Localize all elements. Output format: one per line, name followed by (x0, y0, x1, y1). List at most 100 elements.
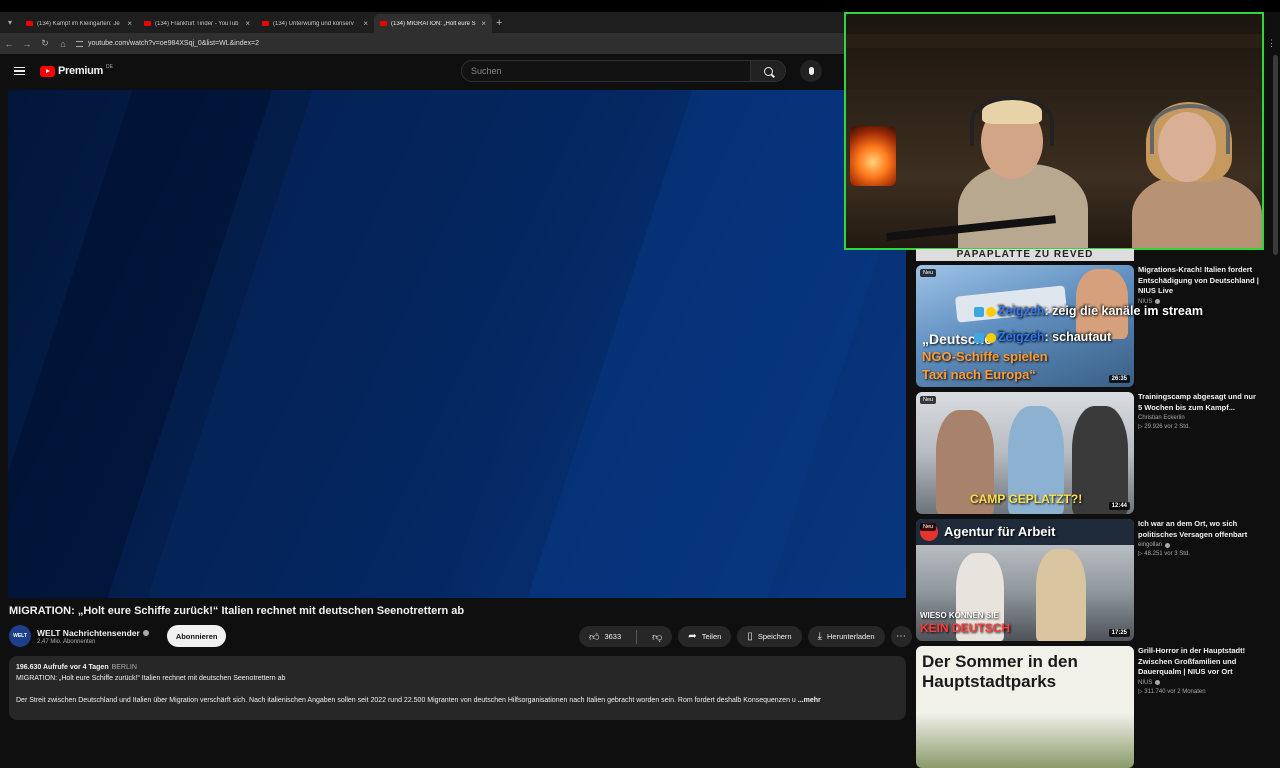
recommendation-stats: ▷ 48.251 vor 3 Std. (1138, 551, 1190, 557)
thumbnail-text: Agentur für Arbeit (944, 524, 1056, 539)
save-label: Speichern (757, 632, 792, 641)
new-badge: Neu (920, 396, 937, 404)
region-code: DE (105, 63, 113, 70)
badge-icon (974, 306, 984, 317)
verified-icon (1165, 542, 1171, 548)
badge-icon (986, 306, 996, 317)
thumbnail-text: CAMP GEPLATZT?! (970, 492, 1083, 506)
video-actions: 👍︎ 3633 👎︎ ➦ Teilen ▯ Speichern ⤓ Herunterla… (579, 626, 912, 647)
thumbnail-text: WIESO KÖNNEN SIE (920, 611, 999, 620)
thumbs-up-icon: 👍︎ (589, 631, 600, 643)
back-icon[interactable]: ← (0, 39, 18, 49)
save-button[interactable]: ▯ Speichern (737, 626, 802, 647)
recommendation-item[interactable]: Neu „Deutsche NGO-Schiffe spielen Taxi n… (916, 265, 1266, 387)
menu-icon[interactable] (14, 67, 25, 75)
scrollbar[interactable] (1273, 55, 1278, 255)
browser-tab[interactable]: (134) Frankfurt Tinder - YouTub × (138, 14, 256, 33)
youtube-favicon-icon (144, 21, 151, 26)
tab-search-icon[interactable]: ▾ (0, 12, 20, 33)
home-icon[interactable]: ⌂ (54, 39, 72, 49)
site-settings-icon[interactable] (76, 40, 83, 47)
like-button[interactable]: 👍︎ 3633 (579, 626, 631, 647)
channel-text: WELT Nachrichtensender 2,47 Mio. Abonnen… (37, 628, 149, 645)
forward-icon[interactable]: → (18, 39, 36, 49)
chat-user: Zeigzeh (998, 304, 1045, 318)
share-label: Teilen (701, 632, 722, 641)
browser-tab[interactable]: (134) Unterwürfig und konserv × (256, 14, 374, 33)
duration-badge: 12:44 (1108, 502, 1130, 510)
download-button[interactable]: ⤓ Herunterladen (807, 626, 885, 647)
chat-message: Zeigzeh: zeig die kanäle im stream (974, 304, 1203, 318)
close-icon[interactable]: × (127, 19, 132, 28)
search-input[interactable]: Suchen (462, 66, 750, 76)
new-badge: Neu (920, 269, 937, 277)
description-meta: 196.630 Aufrufe vor 4 Tagen BERLIN (16, 662, 899, 673)
subscribe-button[interactable]: Abonnieren (166, 625, 227, 647)
description-headline: MIGRATION: „Holt eure Schiffe zurück!“ I… (16, 675, 286, 682)
url-text: youtube.com/watch?v=oe984XSqj_0&list=WL&… (88, 40, 260, 47)
chat-text: : zeig die kanäle im stream (1044, 304, 1203, 318)
browser-tab[interactable]: (134) Kampf im Kleingarten: Je × (20, 14, 138, 33)
recommendation-item[interactable]: Neu Agentur für Arbeit WIESO KÖNNEN SIE … (916, 519, 1266, 641)
close-icon[interactable]: × (481, 19, 486, 28)
search-box: Suchen (461, 60, 786, 82)
more-actions-icon[interactable]: ⋯ (890, 626, 912, 647)
youtube-logo[interactable]: Premium DE (40, 63, 113, 77)
channel-name: eingollan (1138, 542, 1163, 548)
search-icon (763, 66, 773, 76)
recommendation-title[interactable]: Trainingscamp abgesagt und nur 5 Wochen … (1138, 392, 1262, 413)
browser-tab-active[interactable]: (134) MIGRATION: „Holt eure S × (374, 14, 492, 33)
divider (636, 629, 638, 644)
tab-label: (134) Kampf im Kleingarten: Je (37, 20, 120, 27)
avatar[interactable]: WELT (9, 625, 31, 647)
recommendation-channel[interactable]: NIUS (1138, 680, 1262, 686)
recommendation-item[interactable]: Der Sommer in den Hauptstadtparks Grill-… (916, 646, 1266, 768)
recommendation-title[interactable]: Ich war an dem Ort, wo sich politisches … (1138, 519, 1262, 540)
verified-icon (142, 629, 149, 636)
recommendation-channel[interactable]: Christian Eckerlin (1138, 415, 1262, 421)
video-thumbnail[interactable]: Neu „Deutsche NGO-Schiffe spielen Taxi n… (916, 265, 1134, 387)
video-thumbnail[interactable]: Der Sommer in den Hauptstadtparks (916, 646, 1134, 768)
logo-text: Premium (58, 65, 103, 77)
thumbnail-text: KEIN DEUTSCH (920, 621, 1011, 635)
show-more-link[interactable]: ...mehr (798, 697, 821, 704)
top-black-bar (0, 0, 1280, 12)
description-box[interactable]: 196.630 Aufrufe vor 4 Tagen BERLIN MIGRAT… (9, 656, 906, 720)
close-icon[interactable]: × (363, 19, 368, 28)
chat-text: : schautaut (1044, 330, 1112, 344)
dislike-button[interactable]: 👎︎ (642, 626, 672, 647)
badge-icon (974, 332, 984, 343)
close-icon[interactable]: × (245, 19, 250, 28)
recommendation-title[interactable]: Migrations-Krach! Italien fordert Entsch… (1138, 265, 1262, 297)
headset-icon (970, 96, 1054, 146)
tab-label: (134) Frankfurt Tinder - YouTub (155, 20, 239, 27)
video-player[interactable] (8, 90, 906, 598)
chat-message: Zeigzeh: schautaut (974, 330, 1111, 344)
reload-icon[interactable]: ↻ (36, 38, 54, 49)
download-label: Herunterladen (827, 632, 875, 641)
duration-badge: 17:25 (1108, 629, 1130, 637)
recommendation-item[interactable]: Neu CAMP GEPLATZT?! 12:44 Trainingscamp … (916, 392, 1266, 514)
location-tag[interactable]: BERLIN (112, 664, 137, 671)
youtube-favicon-icon (26, 21, 33, 26)
recommendation-info: Grill-Horror in der Hauptstadt! Zwischen… (1138, 646, 1262, 768)
video-thumbnail[interactable]: Neu Agentur für Arbeit WIESO KÖNNEN SIE … (916, 519, 1134, 641)
voice-search-button[interactable] (800, 60, 822, 82)
new-tab-icon[interactable]: + (496, 17, 502, 29)
more-vertical-icon[interactable]: ⋮ (1267, 38, 1276, 49)
recommendation-title[interactable]: Grill-Horror in der Hauptstadt! Zwischen… (1138, 646, 1262, 678)
recommendation-channel[interactable]: eingollan (1138, 542, 1262, 548)
search-button[interactable] (750, 61, 785, 81)
duration-badge: 26:35 (1108, 375, 1130, 383)
channel-name[interactable]: WELT Nachrichtensender (37, 628, 149, 638)
recommendation-stats: ▷ 29.926 vor 2 Std. (1138, 424, 1190, 430)
like-dislike-group: 👍︎ 3633 👎︎ (579, 626, 673, 647)
video-thumbnail[interactable]: Neu CAMP GEPLATZT?! 12:44 (916, 392, 1134, 514)
badge-icon (986, 332, 996, 343)
share-icon: ➦ (688, 631, 697, 642)
youtube-favicon-icon (380, 21, 387, 26)
url-field[interactable]: youtube.com/watch?v=oe984XSqj_0&list=WL&… (76, 40, 259, 47)
share-button[interactable]: ➦ Teilen (678, 626, 732, 647)
tab-label: (134) Unterwürfig und konserv (273, 20, 354, 27)
microphone-icon (808, 67, 814, 75)
